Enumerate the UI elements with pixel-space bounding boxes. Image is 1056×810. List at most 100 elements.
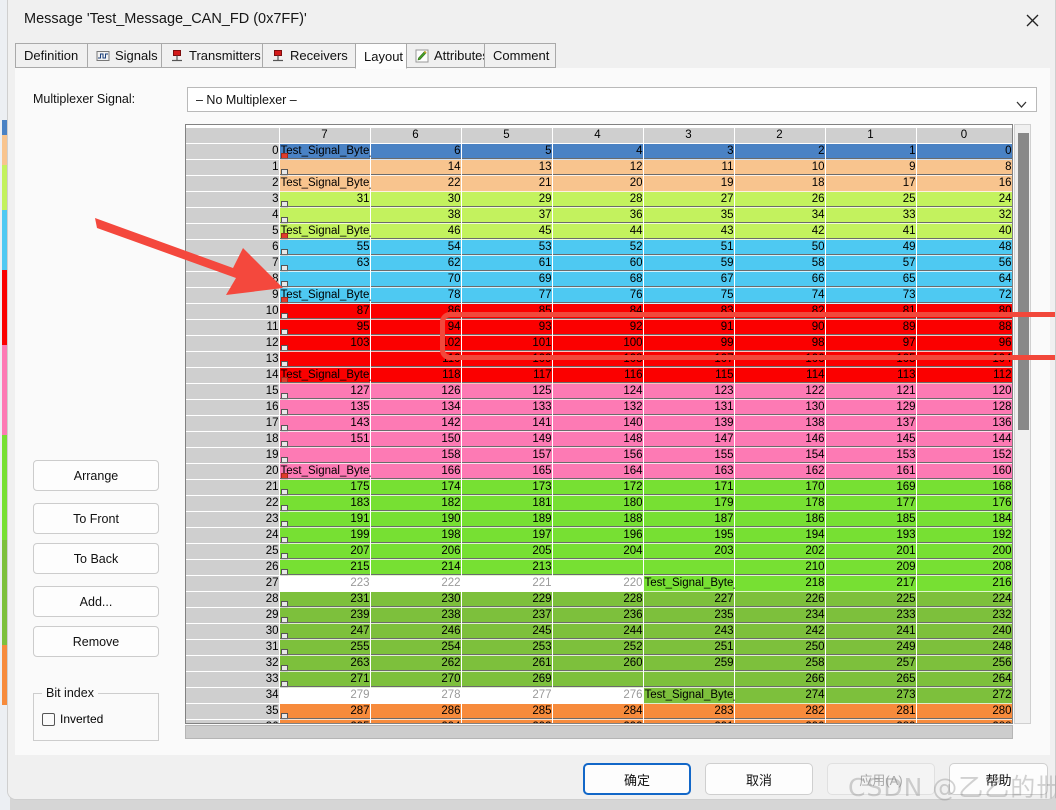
bit-cell[interactable]: 225: [825, 591, 917, 608]
bit-cell[interactable]: 46: [370, 223, 462, 240]
table-row[interactable]: 17 143 142 141 140 139 138 137 136: [186, 415, 1012, 432]
bit-cell[interactable]: 155: [643, 447, 735, 464]
bit-cell[interactable]: 134: [370, 399, 462, 416]
bit-cell[interactable]: 120: [916, 383, 1012, 400]
bit-cell[interactable]: 121: [825, 383, 917, 400]
bit-cell[interactable]: 240: [916, 623, 1012, 640]
bit-cell[interactable]: 67: [643, 271, 735, 288]
bit-cell[interactable]: 196: [552, 527, 644, 544]
bit-cell[interactable]: 49: [825, 239, 917, 256]
table-row[interactable]: 1 14 13 12 11 10 9 8: [186, 159, 1012, 176]
bit-cell[interactable]: 266: [734, 671, 826, 688]
bit-cell[interactable]: [643, 671, 735, 688]
bit-cell[interactable]: 76: [552, 287, 644, 304]
signal-name-cell[interactable]: Test_Signal_Byte_15_20: [279, 463, 408, 480]
bit-cell[interactable]: 114: [734, 367, 826, 384]
bit-cell[interactable]: 65: [825, 271, 917, 288]
bit-cell[interactable]: 198: [370, 527, 462, 544]
bit-cell[interactable]: 28: [552, 191, 644, 208]
bit-cell[interactable]: 93: [461, 319, 553, 336]
bit-cell[interactable]: 2: [734, 143, 826, 160]
bit-cell[interactable]: 125: [461, 383, 553, 400]
bit-cell[interactable]: 45: [461, 223, 553, 240]
bit-cell[interactable]: 52: [552, 239, 644, 256]
bit-cell[interactable]: 183: [279, 495, 371, 512]
column-header-bit-6[interactable]: 6: [369, 128, 462, 144]
help-button[interactable]: 帮助: [949, 763, 1048, 795]
bit-cell[interactable]: 145: [825, 431, 917, 448]
bit-cell[interactable]: 43: [643, 223, 735, 240]
bit-cell[interactable]: 168: [916, 479, 1012, 496]
bit-cell[interactable]: 4: [552, 143, 644, 160]
bit-cell[interactable]: 129: [825, 399, 917, 416]
bit-cell[interactable]: 144: [916, 431, 1012, 448]
bit-cell[interactable]: 63: [279, 255, 371, 272]
row-header-byte-12[interactable]: 12: [186, 335, 280, 352]
bit-cell[interactable]: 265: [825, 671, 917, 688]
bit-cell[interactable]: [643, 559, 735, 576]
bit-cell[interactable]: 231: [279, 591, 371, 608]
bit-cell[interactable]: 177: [825, 495, 917, 512]
bit-cell[interactable]: 33: [825, 207, 917, 224]
row-header-byte-13[interactable]: 13: [186, 351, 280, 368]
bit-cell[interactable]: 277: [461, 687, 553, 704]
bit-cell[interactable]: 104: [916, 351, 1012, 368]
bit-cell[interactable]: 173: [461, 479, 553, 496]
bit-cell[interactable]: 250: [734, 639, 826, 656]
bit-cell[interactable]: 251: [643, 639, 735, 656]
table-row[interactable]: 24 199 198 197 196 195 194 193 192: [186, 527, 1012, 544]
table-row[interactable]: 32 263 262 261 260 259 258 257 256: [186, 655, 1012, 672]
bit-cell[interactable]: [279, 447, 371, 464]
bit-cell[interactable]: 174: [370, 479, 462, 496]
bit-cell[interactable]: 35: [643, 207, 735, 224]
to-back-button[interactable]: To Back: [33, 543, 159, 574]
bit-cell[interactable]: 292: [552, 719, 644, 723]
bit-cell[interactable]: 11: [643, 159, 735, 176]
row-header-byte-6[interactable]: 6: [186, 239, 280, 256]
bit-cell[interactable]: 148: [552, 431, 644, 448]
bit-cell[interactable]: 247: [279, 623, 371, 640]
row-header-byte-30[interactable]: 30: [186, 623, 280, 640]
bit-cell[interactable]: 6: [370, 143, 462, 160]
column-header-bit-1[interactable]: 1: [824, 128, 917, 144]
bit-cell[interactable]: 199: [279, 527, 371, 544]
bit-cell[interactable]: 51: [643, 239, 735, 256]
table-row[interactable]: 10 87 86 85 84 83 82 81 80: [186, 303, 1012, 320]
bit-cell[interactable]: 216: [916, 575, 1012, 592]
row-header-byte-18[interactable]: 18: [186, 431, 280, 448]
row-header-byte-34[interactable]: 34: [186, 687, 280, 704]
bit-cell[interactable]: 204: [552, 543, 644, 560]
table-row[interactable]: 19 158 157 156 155 154 153 152: [186, 447, 1012, 464]
row-header-byte-14[interactable]: 14: [186, 367, 280, 384]
row-header-byte-22[interactable]: 22: [186, 495, 280, 512]
bit-cell[interactable]: 175: [279, 479, 371, 496]
bit-cell[interactable]: 115: [643, 367, 735, 384]
bit-cell[interactable]: 220: [552, 575, 644, 592]
column-header-bit-2[interactable]: 2: [733, 128, 826, 144]
bit-cell[interactable]: 100: [552, 335, 644, 352]
bit-cell[interactable]: 59: [643, 255, 735, 272]
bit-cell[interactable]: 285: [461, 703, 553, 720]
column-header-bit-4[interactable]: 4: [551, 128, 644, 144]
bit-cell[interactable]: 16: [916, 175, 1012, 192]
bit-cell[interactable]: 18: [734, 175, 826, 192]
row-header-byte-21[interactable]: 21: [186, 479, 280, 496]
bit-cell[interactable]: 293: [461, 719, 553, 723]
bit-cell[interactable]: 105: [825, 351, 917, 368]
bit-cell[interactable]: 92: [552, 319, 644, 336]
signal-name-cell[interactable]: Test_Signal_Byte_10_14: [279, 367, 408, 384]
bit-cell[interactable]: 284: [552, 703, 644, 720]
bit-cell[interactable]: 192: [916, 527, 1012, 544]
table-row[interactable]: 28 231 230 229 228 227 226 225 224: [186, 591, 1012, 608]
table-row[interactable]: 16 135 134 133 132 131 130 129 128: [186, 399, 1012, 416]
bit-cell[interactable]: 106: [734, 351, 826, 368]
bit-cell[interactable]: 288: [916, 719, 1012, 723]
bit-cell[interactable]: 147: [643, 431, 735, 448]
bit-cell[interactable]: 142: [370, 415, 462, 432]
bit-cell[interactable]: 69: [461, 271, 553, 288]
table-row[interactable]: 8 70 69 68 67 66 65 64: [186, 271, 1012, 288]
bit-cell[interactable]: [279, 207, 371, 224]
bit-cell[interactable]: 227: [643, 591, 735, 608]
table-row[interactable]: 12 103 102 101 100 99 98 97 96: [186, 335, 1012, 352]
row-header-byte-8[interactable]: 8: [186, 271, 280, 288]
